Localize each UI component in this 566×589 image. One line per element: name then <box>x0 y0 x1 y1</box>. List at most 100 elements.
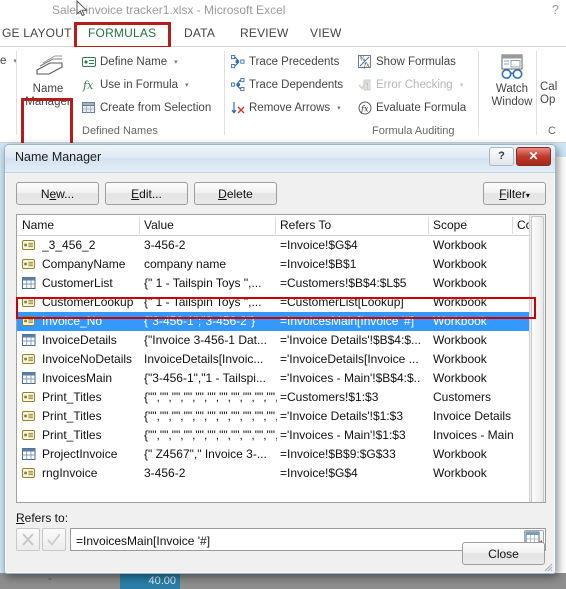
cell-name: CustomerLookup <box>42 295 134 309</box>
cell-refers-to: =Invoice!$B$1 <box>280 257 357 271</box>
svg-text:!: ! <box>366 82 370 91</box>
define-name-icon <box>82 55 96 69</box>
cell-scope: Invoice Details <box>433 409 512 423</box>
column-header-name[interactable]: Name <box>22 218 54 232</box>
excel-title-bar: Sales invoice tracker1.xlsx - Microsoft … <box>0 0 566 22</box>
cell-name: Print_Titles <box>42 409 102 423</box>
create-from-selection-button[interactable]: Create from Selection <box>82 101 211 115</box>
edit-button[interactable]: Edit... <box>105 182 188 205</box>
truncated-ribbon-item[interactable]: e▾ <box>0 55 17 67</box>
cell-name: rngInvoice <box>42 466 98 480</box>
error-checking-label: Error Checking <box>376 79 453 91</box>
chevron-down-icon[interactable]: ▾ <box>337 104 341 112</box>
trace-precedents-button[interactable]: Trace Precedents <box>231 55 339 69</box>
named-range-icon <box>22 258 36 270</box>
show-formulas-button[interactable]: % fx Show Formulas <box>358 55 456 69</box>
dialog-help-button[interactable]: ? <box>489 147 514 166</box>
use-in-formula-button[interactable]: fx Use in Formula ▾ <box>82 78 188 92</box>
tab-page-layout[interactable]: GE LAYOUT <box>2 26 72 40</box>
refers-to-label-key: R <box>16 511 25 525</box>
cell-scope: Workbook <box>433 276 487 290</box>
show-formulas-label: Show Formulas <box>376 56 456 68</box>
tab-view[interactable]: VIEW <box>310 26 341 40</box>
column-header-scope[interactable]: Scope <box>433 218 467 232</box>
resize-grip-icon[interactable] <box>541 560 553 572</box>
formula-auditing-group-label: Formula Auditing <box>372 125 455 137</box>
filter-button[interactable]: Filter▾ <box>483 182 546 205</box>
close-button[interactable]: Close <box>462 542 545 565</box>
table-row[interactable]: CustomerLookup {" 1 - Tailspin Toys ",...… <box>17 293 545 312</box>
watch-window-icon <box>501 54 523 79</box>
define-name-button[interactable]: Define Name ▾ <box>82 55 178 69</box>
create-from-selection-label: Create from Selection <box>100 102 212 114</box>
chevron-down-icon[interactable]: ▾ <box>174 58 178 66</box>
use-in-formula-icon: fx <box>82 78 96 92</box>
cell-scope: Workbook <box>433 333 487 347</box>
confirm-check-icon[interactable] <box>42 528 66 551</box>
table-row[interactable]: Print_Titles {"","","","","","","","","",… <box>17 407 545 426</box>
error-checking-button[interactable]: ! Error Checking ▾ <box>358 78 463 92</box>
tab-data[interactable]: DATA <box>184 26 215 40</box>
table-row[interactable]: CompanyName company name =Invoice!$B$1 Work… <box>17 255 545 274</box>
trace-precedents-icon <box>231 55 245 69</box>
table-row[interactable]: CustomerList {" 1 - Tailspin Toys ",... =C… <box>17 274 545 293</box>
table-row[interactable]: ProjectInvoice {" Z4567"," Invoice 3-... =… <box>17 445 545 464</box>
column-header-value[interactable]: Value <box>144 218 174 232</box>
list-vertical-scrollbar[interactable] <box>529 215 545 502</box>
dialog-close-icon[interactable]: ✕ <box>516 147 551 166</box>
tab-review[interactable]: REVIEW <box>240 26 289 40</box>
refers-to-label: Refers to: <box>16 511 68 525</box>
table-row[interactable]: InvoiceDetails {"Invoice 3-456-1 Dat... ='… <box>17 331 545 350</box>
names-list[interactable]: Name Value Refers To Scope Co _3_456_2 3-… <box>16 214 546 503</box>
table-row[interactable]: _3_456_2 3-456-2 =Invoice!$G$4 Workbook <box>17 236 545 255</box>
table-row[interactable]: Print_Titles {"","","","","","","","","",… <box>17 388 545 407</box>
help-icon[interactable]: ? <box>552 2 559 17</box>
defined-names-group-label: Defined Names <box>82 125 158 137</box>
dialog-title-bar[interactable]: Name Manager ? ✕ <box>5 145 555 173</box>
delete-label-post: elete <box>226 187 253 201</box>
cell-name: Invoice_No <box>42 314 103 328</box>
named-range-icon <box>22 296 36 308</box>
evaluate-formula-button[interactable]: fx Evaluate Formula <box>358 101 466 115</box>
table-row[interactable]: InvoiceNoDetails InvoiceDetails[Invoic...… <box>17 350 545 369</box>
cell-scope: Workbook <box>433 466 487 480</box>
delete-button[interactable]: Delete <box>194 182 277 205</box>
calculation-options-button[interactable]: Cal Op <box>540 81 566 107</box>
cell-scope: Workbook <box>433 238 487 252</box>
cell-name: _3_456_2 <box>42 238 96 252</box>
new-button[interactable]: New... <box>16 182 99 205</box>
cell-name: Print_Titles <box>42 428 102 442</box>
table-row[interactable]: Invoice_No {"3-456-1";"3-456-2"} =Invoices… <box>17 312 545 331</box>
edit-label-post: dit... <box>139 187 162 201</box>
filter-label-post: ilter <box>506 187 526 201</box>
edit-label-key: E <box>131 187 140 201</box>
cell-value: 3-456-2 <box>144 466 186 480</box>
cell-refers-to: ='InvoiceDetails[Invoice ... <box>280 352 419 366</box>
cancel-x-icon[interactable] <box>16 528 40 551</box>
names-list-rows[interactable]: _3_456_2 3-456-2 =Invoice!$G$4 Workbook Comp… <box>17 236 545 483</box>
trace-dependents-icon <box>231 78 245 92</box>
named-range-icon <box>22 391 36 403</box>
scrollbar-thumb[interactable] <box>531 216 544 502</box>
table-row[interactable]: InvoicesMain {"3-456-1","1 - Tailspi... ='… <box>17 369 545 388</box>
cell-value: {" Z4567"," Invoice 3-... <box>144 447 267 461</box>
table-icon <box>22 448 36 460</box>
worksheet-cell-value: 40.00 <box>120 573 180 589</box>
table-row[interactable]: Print_Titles {"","","","","","","","","",… <box>17 426 545 445</box>
remove-arrows-label: Remove Arrows <box>249 102 331 114</box>
watch-window-button[interactable]: Watch Window <box>486 53 538 109</box>
cell-refers-to: =Invoice!$G$4 <box>280 238 358 252</box>
dialog-title: Name Manager <box>15 150 102 164</box>
column-header-refers-to[interactable]: Refers To <box>280 218 331 232</box>
filter-caret-icon: ▾ <box>525 191 530 200</box>
table-row[interactable]: rngInvoice 3-456-2 =Invoice!$G$4 Workbook <box>17 464 545 483</box>
named-range-icon <box>22 239 36 251</box>
remove-arrows-button[interactable]: Remove Arrows ▾ <box>231 101 341 115</box>
trace-dependents-button[interactable]: Trace Dependents <box>231 78 343 92</box>
chevron-down-icon[interactable]: ▾ <box>460 81 464 89</box>
cell-refers-to: ='Invoice Details'!$1:$3 <box>280 409 403 423</box>
chevron-down-icon[interactable]: ▾ <box>185 81 189 89</box>
define-name-label: Define Name <box>100 56 168 68</box>
svg-text:fx: fx <box>360 105 369 114</box>
cell-value: {" 1 - Tailspin Toys ",... <box>144 295 262 309</box>
